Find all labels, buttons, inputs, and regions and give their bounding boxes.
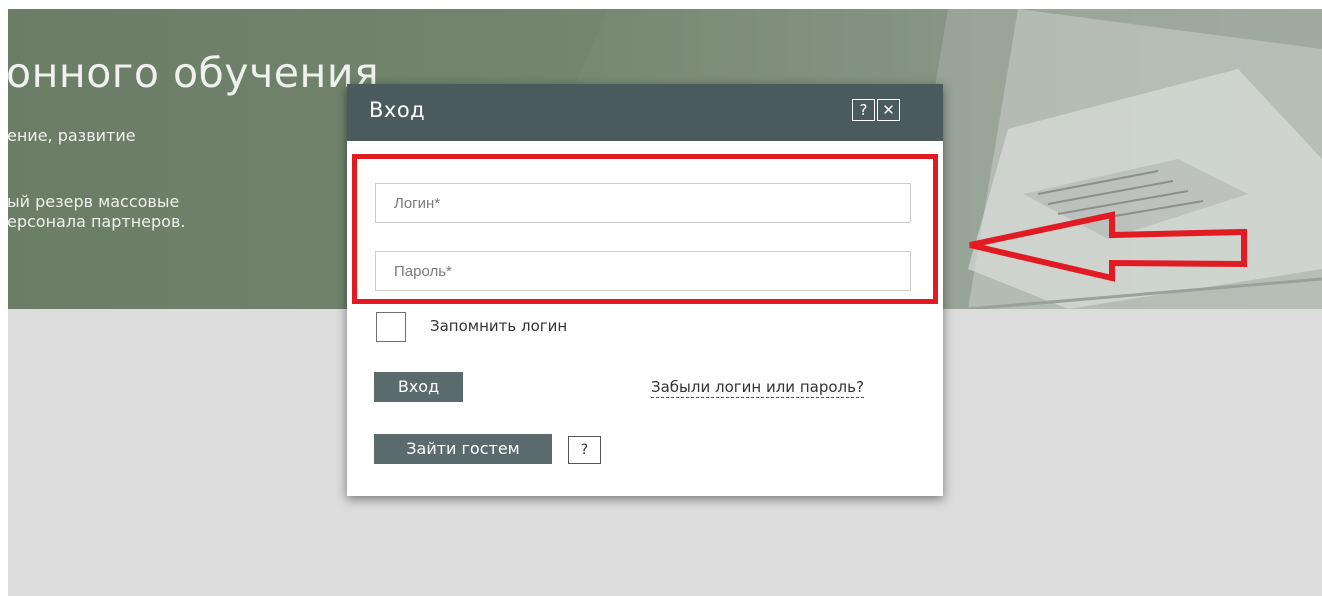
close-icon[interactable]: ✕ [877, 99, 900, 121]
guest-login-button[interactable]: Зайти гостем [374, 434, 552, 464]
remember-login-checkbox[interactable] [376, 312, 406, 342]
password-input[interactable] [375, 251, 911, 291]
hero-subtitle: ение, развитие [8, 126, 136, 145]
dialog-header: Вход ? ✕ [347, 84, 943, 141]
login-button[interactable]: Вход [374, 372, 463, 402]
forgot-password-link[interactable]: Забыли логин или пароль? [651, 378, 864, 398]
hero-description: ый резерв массовые ерсонала партнеров. [8, 192, 185, 232]
login-dialog: Вход ? ✕ Запомнить логин Вход Забыли лог… [347, 84, 943, 496]
dialog-title: Вход [369, 98, 426, 122]
annotation-arrow-icon [969, 211, 1247, 282]
remember-login-label: Запомнить логин [430, 317, 568, 335]
hero-description-line: ерсонала партнеров. [8, 212, 186, 231]
guest-help-icon[interactable]: ? [568, 436, 601, 464]
login-input[interactable] [375, 183, 911, 223]
help-icon[interactable]: ? [852, 99, 875, 121]
hero-title: онного обучения [8, 49, 380, 97]
hero-description-line: ый резерв массовые [8, 192, 180, 211]
